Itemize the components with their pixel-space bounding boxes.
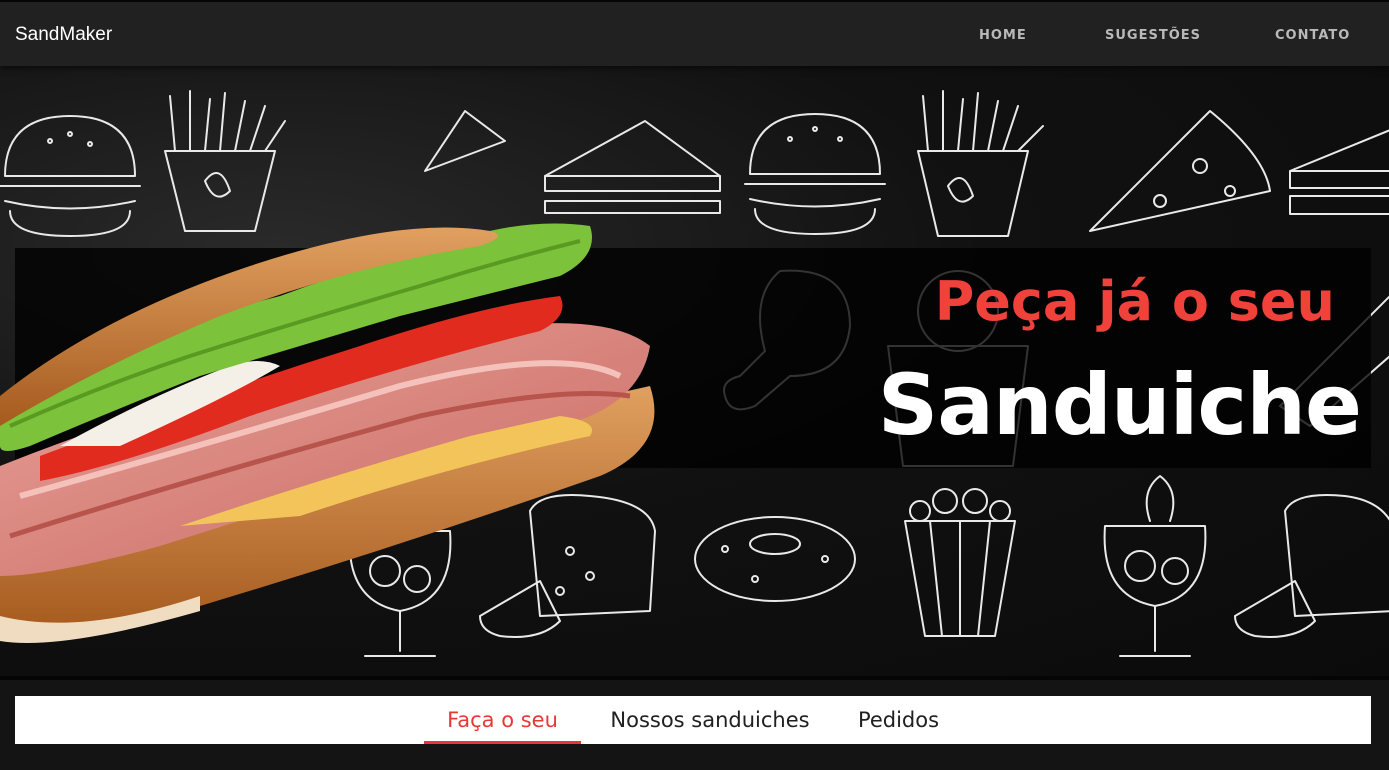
nav-link-home[interactable]: HOME <box>979 28 1027 43</box>
top-navbar: SandMaker HOME SUGESTÕES CONTATO <box>0 0 1389 66</box>
tab-nossos-sanduiches[interactable]: Nossos sanduiches <box>595 696 825 744</box>
hero-title-line2: Sanduiche <box>877 356 1362 454</box>
hero-title-line1: Peça já o seu <box>934 270 1335 333</box>
hero-divider <box>0 676 1389 680</box>
fries-icon <box>917 90 1044 237</box>
brand-logo[interactable]: SandMaker <box>15 24 112 46</box>
hero-banner: Peça já o seu Sanduiche <box>0 66 1389 676</box>
sandwich-photo <box>0 223 655 643</box>
bread-loaf-icon <box>1234 494 1389 638</box>
tab-pedidos[interactable]: Pedidos <box>845 696 952 744</box>
nav-link-sugestoes[interactable]: SUGESTÕES <box>1105 28 1201 43</box>
sandwich-icon <box>1289 129 1389 215</box>
burger-icon <box>744 113 886 235</box>
popcorn-icon <box>904 488 1016 637</box>
donut-icon <box>694 516 856 602</box>
tab-faca-o-seu[interactable]: Faça o seu <box>424 696 581 744</box>
page-bottom <box>0 744 1389 770</box>
drink-glass-icon <box>1103 475 1207 657</box>
pizza-slice-icon <box>1089 110 1271 232</box>
nav-link-contato[interactable]: CONTATO <box>1275 28 1350 43</box>
section-tabs: Faça o seu Nossos sanduiches Pedidos <box>15 696 1371 744</box>
